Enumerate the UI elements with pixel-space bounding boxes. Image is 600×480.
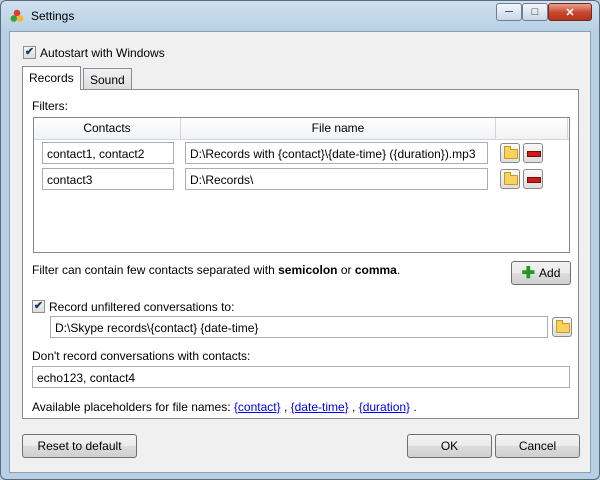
placeholders-label: Available placeholders for file names: <box>32 400 234 414</box>
autostart-label[interactable]: Autostart with Windows <box>40 46 165 60</box>
filter-hint: Filter can contain few contacts separate… <box>32 263 400 277</box>
folder-icon <box>504 146 518 159</box>
placeholder-contact-link[interactable]: {contact} <box>234 400 281 414</box>
placeholder-date-time-link[interactable]: {date-time} <box>291 400 349 414</box>
add-button-label: Add <box>539 266 561 280</box>
browse-folder-button[interactable] <box>500 143 520 163</box>
add-filter-button[interactable]: ✚ Add <box>511 261 571 285</box>
dont-record-field[interactable]: echo123, contact4 <box>32 366 570 388</box>
column-header-contacts[interactable]: Contacts <box>34 118 181 139</box>
filters-list-header: Contacts File name <box>34 118 569 140</box>
separator: , <box>348 400 359 414</box>
placeholder-duration-link[interactable]: {duration} <box>359 400 410 414</box>
filter-hint-end: . <box>396 263 401 277</box>
separator: , <box>280 400 291 414</box>
column-header-actions <box>496 118 568 139</box>
record-unfiltered-checkbox[interactable]: ✔ <box>32 300 45 313</box>
app-icon <box>10 9 24 22</box>
minus-icon <box>527 177 541 183</box>
minus-icon <box>527 151 541 157</box>
filter-hint-or: or <box>337 263 355 277</box>
filter-hint-text: Filter can contain few contacts separate… <box>32 263 279 277</box>
remove-filter-button[interactable] <box>523 143 543 163</box>
minimize-button[interactable]: ─ <box>496 3 522 21</box>
window-title: Settings <box>31 9 75 23</box>
file-name-field[interactable]: D:\Records\ <box>185 168 488 190</box>
placeholders-end: . <box>410 400 417 414</box>
title-bar[interactable]: Settings ─ □ ✕ <box>1 1 599 31</box>
settings-window: Settings ─ □ ✕ ✔ Autostart with Windows … <box>0 0 600 480</box>
records-panel: Filters: Contacts File name contact1, co… <box>22 89 579 419</box>
folder-icon <box>504 172 518 185</box>
plus-icon: ✚ <box>521 265 536 282</box>
record-unfiltered-label[interactable]: Record unfiltered conversations to: <box>49 300 234 314</box>
autostart-checkbox[interactable]: ✔ <box>23 46 36 59</box>
close-button[interactable]: ✕ <box>548 3 592 21</box>
folder-icon <box>556 320 570 333</box>
placeholders-line: Available placeholders for file names: {… <box>32 400 417 414</box>
filters-list[interactable]: Contacts File name contact1, contact2 D:… <box>33 117 570 253</box>
maximize-button[interactable]: □ <box>522 3 548 21</box>
file-name-field[interactable]: D:\Records with {contact}\{date-time} ({… <box>185 142 488 164</box>
filter-hint-semicolon: semicolon <box>278 263 338 277</box>
browse-folder-button[interactable] <box>500 169 520 189</box>
tab-records[interactable]: Records <box>22 66 81 90</box>
browse-unfiltered-folder-button[interactable] <box>552 317 572 337</box>
column-header-file-name[interactable]: File name <box>181 118 496 139</box>
dialog-content: ✔ Autostart with Windows Records Sound F… <box>9 31 591 473</box>
contacts-field[interactable]: contact3 <box>42 168 174 190</box>
tab-sound[interactable]: Sound <box>83 68 132 90</box>
cancel-button[interactable]: Cancel <box>495 434 580 458</box>
filters-label: Filters: <box>32 99 68 113</box>
ok-button[interactable]: OK <box>407 434 492 458</box>
remove-filter-button[interactable] <box>523 169 543 189</box>
dont-record-label: Don't record conversations with contacts… <box>32 349 251 363</box>
unfiltered-path-field[interactable]: D:\Skype records\{contact} {date-time} <box>50 316 548 338</box>
reset-to-default-button[interactable]: Reset to default <box>22 434 137 458</box>
filter-hint-comma: comma <box>354 263 397 277</box>
contacts-field[interactable]: contact1, contact2 <box>42 142 174 164</box>
